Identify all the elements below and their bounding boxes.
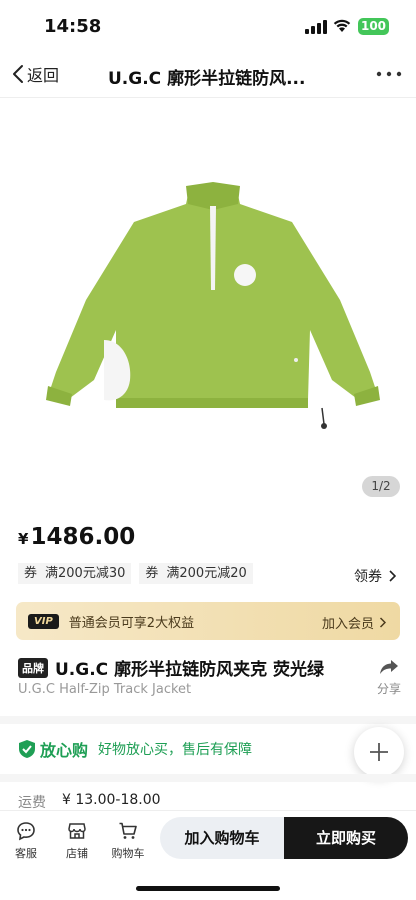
product-name: U.G.C 廓形半拉链防风夹克 荧光绿 <box>55 660 324 680</box>
price-symbol: ¥ <box>18 530 29 548</box>
chat-icon <box>17 822 35 841</box>
store-label: 店铺 <box>66 847 88 860</box>
shipping-row: 运费 ¥ 13.00-18.00 <box>18 792 161 812</box>
page-title: U.G.C 廓形半拉链防风... <box>108 69 306 89</box>
cart-label: 购物车 <box>111 847 145 860</box>
wifi-icon <box>333 19 351 32</box>
image-counter: 1/2 <box>362 476 400 497</box>
assurance-title: 放心购 <box>40 741 89 760</box>
chevron-right-icon <box>389 570 396 582</box>
share-icon <box>380 660 398 674</box>
price-value: 1486.00 <box>30 524 136 550</box>
coupon-text: 满200元减20 <box>166 566 247 581</box>
status-bar: 14:58 100 <box>0 0 416 50</box>
back-button[interactable]: 返回 <box>12 62 59 86</box>
service-button[interactable]: 客服 <box>6 821 46 861</box>
coupon-list: 券 满200元减30 券 满200元减20 <box>18 563 253 584</box>
buy-now-button[interactable]: 立即购买 <box>284 817 408 859</box>
claim-coupon-button[interactable]: 领券 <box>354 566 396 586</box>
coupon-item[interactable]: 券 满200元减20 <box>139 563 253 584</box>
coupon-item[interactable]: 券 满200元减30 <box>18 563 132 584</box>
add-to-cart-button[interactable]: 加入购物车 <box>160 817 284 859</box>
product-image <box>46 182 380 429</box>
share-label: 分享 <box>376 682 401 696</box>
home-indicator <box>136 886 280 891</box>
product-subtitle: U.G.C Half-Zip Track Jacket <box>18 682 192 697</box>
coupon-tag: 券 <box>24 566 38 581</box>
status-time: 14:58 <box>44 16 102 37</box>
more-icon[interactable] <box>375 70 403 78</box>
back-label: 返回 <box>27 66 60 85</box>
section-divider <box>0 774 416 782</box>
share-button[interactable]: 分享 <box>374 658 404 697</box>
shield-check-icon <box>19 740 35 758</box>
shipping-label: 运费 <box>18 795 46 811</box>
nav-bar: 返回 U.G.C 廓形半拉链防风... <box>0 50 416 98</box>
vip-badge: VIP <box>28 613 59 629</box>
plus-icon <box>370 743 388 761</box>
product-title: 品牌 U.G.C 廓形半拉链防风夹克 荧光绿 <box>18 655 324 680</box>
brand-tag: 品牌 <box>18 657 48 678</box>
assurance-text: 好物放心买，售后有保障 <box>98 742 253 758</box>
floating-add-button[interactable] <box>354 727 404 777</box>
section-divider <box>0 716 416 724</box>
join-member-label: 加入会员 <box>321 617 374 632</box>
store-icon <box>68 823 86 839</box>
assurance-row[interactable]: 放心购 好物放心买，售后有保障 <box>18 737 252 761</box>
chevron-right-icon <box>379 617 386 628</box>
cart-button[interactable]: 购物车 <box>108 821 148 861</box>
coupon-tag: 券 <box>145 566 159 581</box>
join-member-button[interactable]: 加入会员 <box>322 613 386 632</box>
battery-indicator: 100 <box>358 18 389 35</box>
claim-label: 领券 <box>354 569 382 585</box>
price: ¥ 1486.00 <box>18 524 135 550</box>
service-label: 客服 <box>15 847 37 860</box>
product-gallery[interactable]: 1/2 <box>0 98 416 504</box>
vip-text: 普通会员可享2大权益 <box>68 615 195 631</box>
vip-banner[interactable]: VIP 普通会员可享2大权益 加入会员 <box>16 602 400 640</box>
shipping-value: ¥ 13.00-18.00 <box>62 792 161 808</box>
chevron-left-icon <box>13 65 23 83</box>
store-button[interactable]: 店铺 <box>57 821 97 861</box>
signal-icon <box>305 20 327 34</box>
coupon-text: 满200元减30 <box>45 566 126 581</box>
cart-icon <box>119 822 137 839</box>
